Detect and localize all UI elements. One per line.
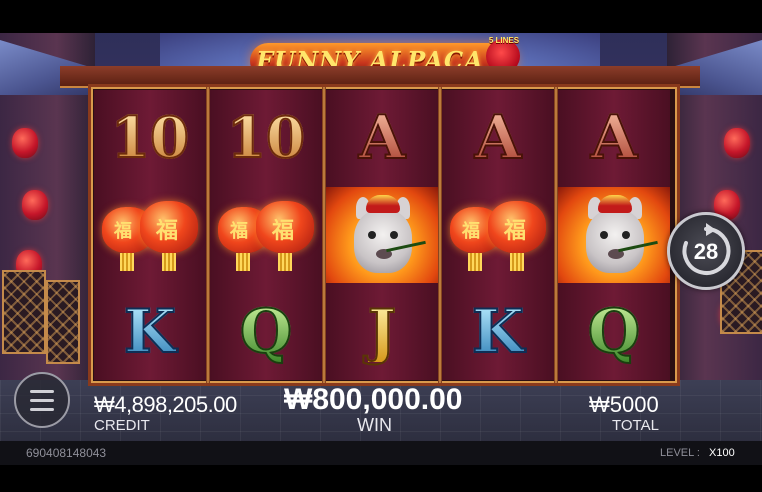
reel-5: AQ xyxy=(558,90,670,380)
total-bet-label: TOTAL xyxy=(612,417,659,434)
reel-separator xyxy=(322,87,326,383)
symbol-label: 10 xyxy=(110,105,190,171)
symbol-q: Q xyxy=(210,284,322,380)
symbol-label: A xyxy=(358,103,407,173)
red-lantern-icon xyxy=(724,128,750,158)
symbol-k: K xyxy=(442,284,554,380)
symbol-label: J xyxy=(367,297,397,367)
bottom-letterbox xyxy=(0,465,762,492)
symbol-j: J xyxy=(326,284,438,380)
symbol-a: A xyxy=(326,90,438,186)
reel-separator xyxy=(554,87,558,383)
symbol-10: 10 xyxy=(94,90,206,186)
reels-frame: 10 福福 K 10 福福 Q A J A 福福 K A Q xyxy=(88,84,680,386)
reel-separator xyxy=(438,87,442,383)
symbol-label: K xyxy=(471,297,525,367)
win-value: ₩800,000.00 xyxy=(284,383,463,416)
symbol-label: K xyxy=(123,297,177,367)
reel-1: 10 福福 K xyxy=(94,90,206,380)
lattice-window xyxy=(46,280,80,364)
win-label: WIN xyxy=(357,415,392,435)
credit-value: ₩4,898,205.00 xyxy=(94,392,237,417)
symbol-alpaca xyxy=(558,187,670,283)
reel-3: AJ xyxy=(326,90,438,380)
autospin-count: 28 xyxy=(693,239,719,264)
symbol-q: Q xyxy=(558,284,670,380)
symbol-a: A xyxy=(442,90,554,186)
reel-2: 10 福福 Q xyxy=(210,90,322,380)
reel-4: A 福福 K xyxy=(442,90,554,380)
fortune-lantern-icon: 福福 xyxy=(448,195,548,275)
credit-label: CREDIT xyxy=(94,417,150,434)
fortune-lantern-icon: 福福 xyxy=(100,195,200,275)
red-lantern-icon xyxy=(12,128,38,158)
symbol-label: A xyxy=(474,103,523,173)
total-bet-value[interactable]: ₩5000 xyxy=(589,392,659,418)
symbol-k: K xyxy=(94,284,206,380)
round-id: 690408148043 xyxy=(26,446,107,460)
reel-separator xyxy=(206,87,210,383)
footer-bar xyxy=(0,441,762,465)
symbol-lantern: 福福 xyxy=(210,187,322,283)
symbol-lantern: 福福 xyxy=(442,187,554,283)
symbol-label: A xyxy=(590,103,639,173)
symbol-10: 10 xyxy=(210,90,322,186)
symbol-alpaca xyxy=(326,187,438,283)
top-letterbox xyxy=(0,0,762,33)
lattice-window xyxy=(2,270,46,354)
symbol-label: Q xyxy=(239,297,293,367)
autospin-button[interactable]: 28 xyxy=(667,212,745,290)
symbol-label: 10 xyxy=(226,105,306,171)
red-lantern-icon xyxy=(22,190,48,220)
symbol-a: A xyxy=(558,90,670,186)
symbol-label: Q xyxy=(587,297,641,367)
level-label: LEVEL : xyxy=(660,447,700,459)
level-value: X100 xyxy=(709,447,735,459)
menu-button[interactable] xyxy=(14,372,70,428)
symbol-lantern: 福福 xyxy=(94,187,206,283)
lines-badge: 5 LINES xyxy=(488,36,520,45)
fortune-lantern-icon: 福福 xyxy=(216,195,316,275)
